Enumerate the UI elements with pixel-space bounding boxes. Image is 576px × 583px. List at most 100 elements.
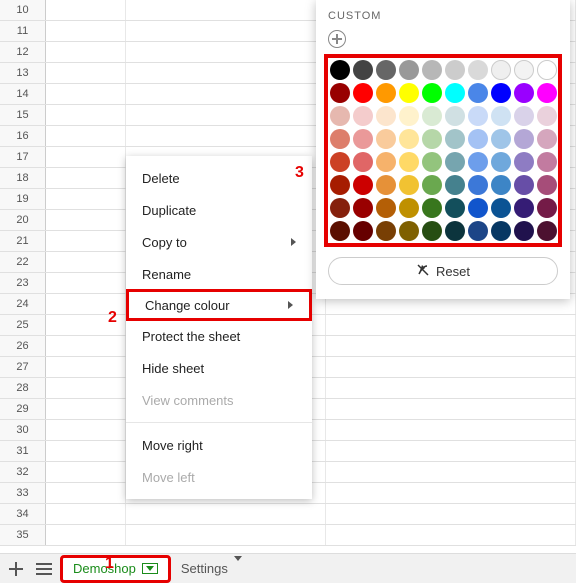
- cell[interactable]: [126, 525, 326, 545]
- menu-item-delete[interactable]: Delete: [126, 162, 312, 194]
- color-swatch[interactable]: [537, 221, 557, 241]
- menu-item-duplicate[interactable]: Duplicate: [126, 194, 312, 226]
- color-swatch[interactable]: [353, 106, 373, 126]
- cell[interactable]: [326, 357, 576, 377]
- cell[interactable]: [126, 63, 326, 83]
- color-swatch[interactable]: [445, 83, 465, 103]
- color-swatch[interactable]: [514, 129, 534, 149]
- color-swatch[interactable]: [468, 152, 488, 172]
- sheet-tab-settings[interactable]: Settings: [171, 555, 252, 583]
- color-swatch[interactable]: [537, 83, 557, 103]
- color-swatch[interactable]: [514, 106, 534, 126]
- cell[interactable]: [126, 0, 326, 20]
- menu-item-change-colour[interactable]: Change colour: [126, 289, 312, 321]
- color-swatch[interactable]: [376, 83, 396, 103]
- color-swatch[interactable]: [514, 175, 534, 195]
- cell[interactable]: [326, 315, 576, 335]
- color-swatch[interactable]: [537, 129, 557, 149]
- cell[interactable]: [46, 441, 126, 461]
- row-number[interactable]: 10: [0, 0, 46, 20]
- color-swatch[interactable]: [468, 129, 488, 149]
- row-number[interactable]: 21: [0, 231, 46, 251]
- row-number[interactable]: 32: [0, 462, 46, 482]
- color-swatch[interactable]: [399, 129, 419, 149]
- chevron-down-icon[interactable]: [142, 563, 158, 574]
- cell[interactable]: [46, 462, 126, 482]
- row-number[interactable]: 11: [0, 21, 46, 41]
- color-swatch[interactable]: [353, 129, 373, 149]
- row-number[interactable]: 26: [0, 336, 46, 356]
- menu-item-hide-sheet[interactable]: Hide sheet: [126, 352, 312, 384]
- cell[interactable]: [46, 483, 126, 503]
- row-number[interactable]: 25: [0, 315, 46, 335]
- cell[interactable]: [46, 378, 126, 398]
- color-swatch[interactable]: [491, 152, 511, 172]
- color-swatch[interactable]: [399, 106, 419, 126]
- cell[interactable]: [46, 525, 126, 545]
- color-swatch[interactable]: [399, 221, 419, 241]
- color-swatch[interactable]: [468, 83, 488, 103]
- color-swatch[interactable]: [399, 152, 419, 172]
- row-number[interactable]: 29: [0, 399, 46, 419]
- row-number[interactable]: 12: [0, 42, 46, 62]
- color-swatch[interactable]: [537, 175, 557, 195]
- color-swatch[interactable]: [422, 175, 442, 195]
- row-number[interactable]: 34: [0, 504, 46, 524]
- row-number[interactable]: 20: [0, 210, 46, 230]
- color-swatch[interactable]: [422, 83, 442, 103]
- color-swatch[interactable]: [353, 60, 373, 80]
- color-swatch[interactable]: [537, 198, 557, 218]
- cell[interactable]: [326, 378, 576, 398]
- row-number[interactable]: 15: [0, 105, 46, 125]
- cell[interactable]: [46, 336, 126, 356]
- color-swatch[interactable]: [491, 60, 511, 80]
- row-number[interactable]: 35: [0, 525, 46, 545]
- row-number[interactable]: 31: [0, 441, 46, 461]
- color-swatch[interactable]: [514, 198, 534, 218]
- cell[interactable]: [46, 399, 126, 419]
- menu-item-protect-the-sheet[interactable]: Protect the sheet: [126, 320, 312, 352]
- sheet-tab-demoshop[interactable]: Demoshop: [60, 555, 171, 583]
- color-swatch[interactable]: [376, 221, 396, 241]
- color-swatch[interactable]: [445, 175, 465, 195]
- cell[interactable]: [46, 231, 126, 251]
- row-number[interactable]: 23: [0, 273, 46, 293]
- cell[interactable]: [126, 84, 326, 104]
- cell[interactable]: [326, 441, 576, 461]
- all-sheets-button[interactable]: [32, 557, 56, 581]
- color-swatch[interactable]: [445, 106, 465, 126]
- color-swatch[interactable]: [376, 129, 396, 149]
- cell[interactable]: [46, 21, 126, 41]
- row-number[interactable]: 22: [0, 252, 46, 272]
- color-swatch[interactable]: [353, 198, 373, 218]
- color-swatch[interactable]: [468, 198, 488, 218]
- color-swatch[interactable]: [399, 198, 419, 218]
- color-swatch[interactable]: [514, 83, 534, 103]
- cell[interactable]: [46, 504, 126, 524]
- color-swatch[interactable]: [445, 129, 465, 149]
- color-swatch[interactable]: [491, 175, 511, 195]
- color-swatch[interactable]: [353, 83, 373, 103]
- color-swatch[interactable]: [422, 106, 442, 126]
- cell[interactable]: [46, 84, 126, 104]
- color-swatch[interactable]: [422, 129, 442, 149]
- cell[interactable]: [46, 105, 126, 125]
- row-number[interactable]: 13: [0, 63, 46, 83]
- color-swatch[interactable]: [537, 106, 557, 126]
- color-swatch[interactable]: [330, 129, 350, 149]
- color-swatch[interactable]: [491, 221, 511, 241]
- color-swatch[interactable]: [468, 175, 488, 195]
- color-swatch[interactable]: [422, 198, 442, 218]
- cell[interactable]: [46, 0, 126, 20]
- row-number[interactable]: 30: [0, 420, 46, 440]
- color-swatch[interactable]: [330, 198, 350, 218]
- add-custom-color-button[interactable]: [328, 30, 346, 48]
- row-number[interactable]: 27: [0, 357, 46, 377]
- cell[interactable]: [326, 399, 576, 419]
- color-swatch[interactable]: [537, 152, 557, 172]
- cell[interactable]: [46, 126, 126, 146]
- color-swatch[interactable]: [353, 152, 373, 172]
- color-swatch[interactable]: [353, 175, 373, 195]
- color-swatch[interactable]: [376, 60, 396, 80]
- cell[interactable]: [46, 210, 126, 230]
